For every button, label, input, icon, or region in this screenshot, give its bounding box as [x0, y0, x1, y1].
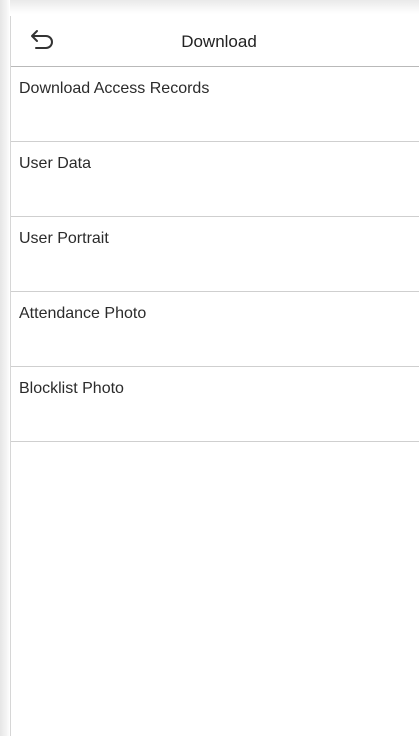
page-title: Download — [181, 32, 257, 51]
menu-item-attendance-photo[interactable]: Attendance Photo — [11, 292, 419, 367]
download-panel: Download Download Access Records User Da… — [10, 16, 419, 736]
top-background-shade — [0, 0, 419, 14]
menu-item-download-access-records[interactable]: Download Access Records — [11, 67, 419, 142]
download-menu: Download Access Records User Data User P… — [11, 67, 419, 442]
left-background-shade — [0, 0, 10, 736]
download-screen: Download Download Access Records User Da… — [0, 0, 419, 736]
menu-item-user-data[interactable]: User Data — [11, 142, 419, 217]
header-bar: Download — [11, 16, 419, 67]
menu-item-user-portrait[interactable]: User Portrait — [11, 217, 419, 292]
menu-item-blocklist-photo[interactable]: Blocklist Photo — [11, 367, 419, 442]
